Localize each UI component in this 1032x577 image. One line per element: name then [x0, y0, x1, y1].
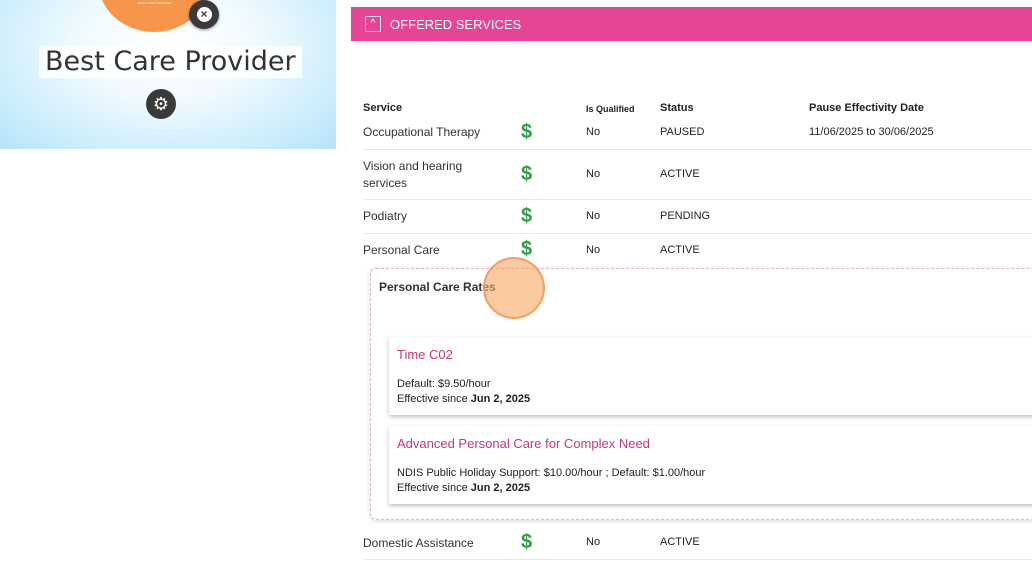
personal-care-rates-panel: Personal Care Rates Time C02 Default: $9… — [370, 268, 1032, 520]
provider-name: Best Care Provider — [39, 46, 302, 78]
service-name: Vision and hearing services — [363, 159, 463, 190]
effective-prefix: Effective since — [397, 482, 468, 494]
service-name: Occupational Therapy — [363, 125, 481, 139]
logo-text: BEST CARE PROVIDER — [138, 1, 172, 5]
dollar-icon[interactable]: $ — [521, 163, 532, 186]
qualified-value: No — [586, 244, 601, 256]
table-row[interactable]: Personal Care $ No ACTIVE — [363, 234, 1032, 266]
table-row[interactable]: Vision and hearing services $ No ACTIVE — [363, 150, 1032, 200]
status-value: ACTIVE — [660, 244, 700, 256]
effective-date: Jun 2, 2025 — [470, 482, 531, 494]
table-row[interactable]: Occupational Therapy $ No PAUSED 11/06/2… — [363, 118, 1032, 150]
rate-effective: Effective since Jun 2, 2025 — [397, 482, 530, 494]
qualified-value: No — [586, 126, 601, 138]
column-header-status: Status — [660, 102, 694, 114]
dollar-icon[interactable]: $ — [521, 205, 532, 228]
settings-button[interactable]: ⚙ — [146, 89, 176, 119]
column-header-service: Service — [363, 102, 403, 114]
qualified-value: No — [586, 168, 601, 180]
column-header-qualified: Is Qualified — [586, 104, 635, 114]
rate-detail: Default: $9.50/hour — [397, 378, 491, 390]
remove-logo-button[interactable]: × — [189, 0, 219, 29]
rate-effective: Effective since Jun 2, 2025 — [397, 393, 530, 405]
service-name: Podiatry — [363, 209, 408, 223]
rate-card[interactable]: Time C02 Default: $9.50/hour Effective s… — [389, 337, 1032, 415]
status-value: PENDING — [660, 210, 711, 222]
status-value: PAUSED — [660, 126, 705, 138]
gear-icon: ⚙ — [152, 94, 170, 114]
table-row[interactable]: Podiatry $ No PENDING — [363, 200, 1032, 234]
chevron-up-icon: ^ — [370, 18, 376, 29]
pause-date-value: 11/06/2025 to 30/06/2025 — [809, 126, 934, 138]
column-header-pause-date: Pause Effectivity Date — [809, 102, 924, 114]
service-name: Personal Care — [363, 243, 440, 257]
dollar-icon[interactable]: $ — [521, 121, 532, 144]
status-value: ACTIVE — [660, 536, 700, 548]
qualified-value: No — [586, 536, 601, 548]
table-row[interactable]: Domestic Assistance $ No ACTIVE — [363, 526, 1032, 560]
rate-name[interactable]: Time C02 — [397, 347, 453, 362]
click-indicator — [483, 257, 545, 319]
qualified-value: No — [586, 210, 601, 222]
status-value: ACTIVE — [660, 168, 700, 180]
provider-card: BEST CARE PROVIDER × Best Care Provider … — [0, 0, 336, 149]
rate-detail: NDIS Public Holiday Support: $10.00/hour… — [397, 467, 706, 479]
service-name: Domestic Assistance — [363, 536, 474, 550]
section-title: OFFERED SERVICES — [390, 16, 522, 32]
collapse-button[interactable]: ^ — [365, 16, 381, 32]
rate-card[interactable]: Advanced Personal Care for Complex Need … — [389, 426, 1032, 504]
rate-name[interactable]: Advanced Personal Care for Complex Need — [397, 436, 650, 451]
dollar-icon[interactable]: $ — [521, 531, 532, 554]
rates-title: Personal Care Rates — [379, 280, 496, 294]
offered-services-header[interactable]: ^ OFFERED SERVICES — [351, 7, 1032, 41]
close-icon: × — [196, 7, 212, 22]
effective-prefix: Effective since — [397, 393, 468, 405]
effective-date: Jun 2, 2025 — [470, 393, 531, 405]
